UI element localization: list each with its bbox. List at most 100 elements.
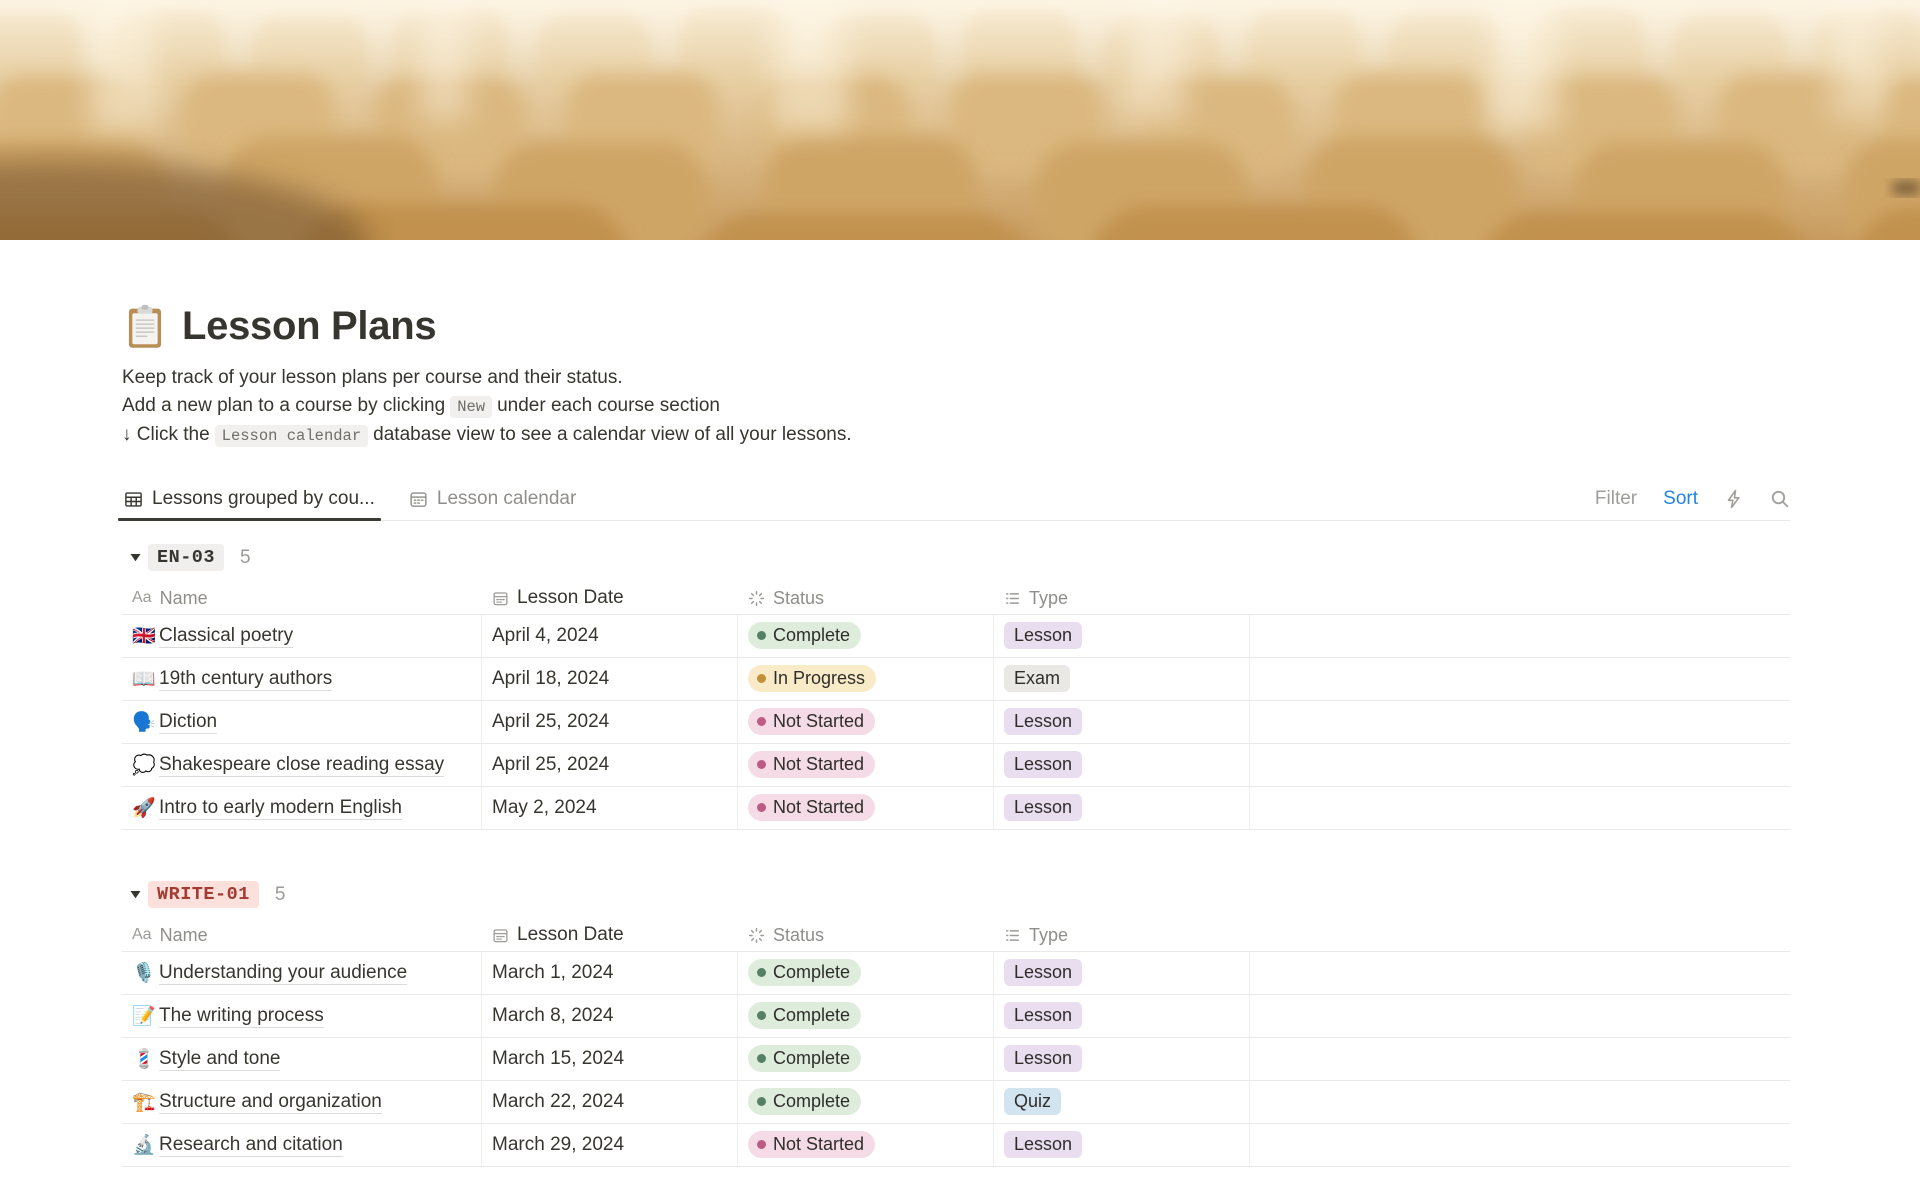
status-dot-icon — [757, 717, 766, 726]
type-cell[interactable]: Quiz — [994, 1080, 1250, 1123]
status-badge[interactable]: Complete — [748, 1088, 862, 1115]
type-badge[interactable]: Lesson — [1004, 794, 1083, 821]
status-cell[interactable]: Not Started — [738, 743, 994, 786]
column-header-type[interactable]: Type — [994, 925, 1250, 946]
name-cell[interactable]: 🚀 Intro to early modern English — [122, 786, 482, 829]
status-badge[interactable]: Not Started — [748, 1131, 876, 1158]
name-cell[interactable]: 🎙️ Understanding your audience — [122, 951, 482, 994]
type-badge[interactable]: Lesson — [1004, 1002, 1083, 1029]
row-name-link[interactable]: Diction — [159, 710, 218, 734]
date-cell[interactable]: March 1, 2024 — [482, 951, 738, 994]
type-badge[interactable]: Lesson — [1004, 622, 1083, 649]
type-badge[interactable]: Lesson — [1004, 959, 1083, 986]
date-cell[interactable]: April 18, 2024 — [482, 657, 738, 700]
search-icon[interactable] — [1770, 489, 1790, 509]
name-cell[interactable]: 🔬 Research and citation — [122, 1123, 482, 1166]
name-cell[interactable]: 📝 The writing process — [122, 994, 482, 1037]
status-cell[interactable]: Complete — [738, 951, 994, 994]
date-cell[interactable]: March 29, 2024 — [482, 1123, 738, 1166]
name-cell[interactable]: 💈 Style and tone — [122, 1037, 482, 1080]
name-cell[interactable]: 📖 19th century authors — [122, 657, 482, 700]
tab-lesson-calendar[interactable]: Lesson calendar — [407, 479, 578, 520]
toggle-triangle-icon[interactable] — [122, 890, 148, 899]
group-list: EN-03 5 Aa Name Lesson Date Status Type … — [122, 543, 1790, 1167]
type-cell[interactable]: Lesson — [994, 1123, 1250, 1166]
table-row: 💭 Shakespeare close reading essay April … — [122, 743, 1790, 787]
page-icon-clipboard[interactable] — [122, 304, 168, 350]
sort-button[interactable]: Sort — [1663, 488, 1698, 510]
row-name-link[interactable]: 19th century authors — [159, 667, 333, 691]
type-cell[interactable]: Lesson — [994, 700, 1250, 743]
type-cell[interactable]: Lesson — [994, 786, 1250, 829]
type-badge[interactable]: Lesson — [1004, 751, 1083, 778]
filter-button[interactable]: Filter — [1595, 488, 1637, 510]
column-header-status[interactable]: Status — [738, 925, 994, 946]
status-cell[interactable]: Not Started — [738, 700, 994, 743]
type-cell[interactable]: Lesson — [994, 743, 1250, 786]
table-row: 🇬🇧 Classical poetry April 4, 2024 Comple… — [122, 614, 1790, 658]
lightning-icon[interactable] — [1724, 489, 1744, 509]
status-cell[interactable]: Not Started — [738, 1123, 994, 1166]
date-cell[interactable]: April 4, 2024 — [482, 614, 738, 657]
toggle-triangle-icon[interactable] — [122, 553, 148, 562]
status-badge[interactable]: Not Started — [748, 751, 876, 778]
column-header-status[interactable]: Status — [738, 588, 994, 609]
course-group: EN-03 5 Aa Name Lesson Date Status Type … — [122, 543, 1790, 830]
type-cell[interactable]: Lesson — [994, 951, 1250, 994]
status-badge[interactable]: Not Started — [748, 708, 876, 735]
column-header-name[interactable]: Aa Name — [122, 588, 482, 609]
status-cell[interactable]: Complete — [738, 1037, 994, 1080]
name-cell[interactable]: 💭 Shakespeare close reading essay — [122, 743, 482, 786]
status-cell[interactable]: Complete — [738, 994, 994, 1037]
type-cell[interactable]: Lesson — [994, 1037, 1250, 1080]
bulleted-list-icon — [1004, 927, 1021, 944]
name-cell[interactable]: 🇬🇧 Classical poetry — [122, 614, 482, 657]
inline-code: New — [450, 395, 493, 418]
status-spinner-icon — [748, 927, 765, 944]
name-cell[interactable]: 🗣️ Diction — [122, 700, 482, 743]
row-name-link[interactable]: The writing process — [159, 1004, 324, 1028]
group-name-badge: WRITE-01 — [148, 881, 259, 908]
status-cell[interactable]: Complete — [738, 1080, 994, 1123]
group-header[interactable]: EN-03 5 — [122, 543, 1790, 573]
group-header[interactable]: WRITE-01 5 — [122, 880, 1790, 910]
date-cell[interactable]: March 15, 2024 — [482, 1037, 738, 1080]
row-name-link[interactable]: Structure and organization — [159, 1090, 382, 1114]
type-badge[interactable]: Lesson — [1004, 708, 1083, 735]
column-header-lesson-date[interactable]: Lesson Date — [482, 587, 738, 609]
status-badge[interactable]: In Progress — [748, 665, 877, 692]
status-badge[interactable]: Complete — [748, 1045, 862, 1072]
status-cell[interactable]: Complete — [738, 614, 994, 657]
type-cell[interactable]: Exam — [994, 657, 1250, 700]
type-cell[interactable]: Lesson — [994, 614, 1250, 657]
status-badge[interactable]: Complete — [748, 1002, 862, 1029]
row-name-link[interactable]: Intro to early modern English — [159, 796, 402, 820]
date-cell[interactable]: May 2, 2024 — [482, 786, 738, 829]
row-name-link[interactable]: Shakespeare close reading essay — [159, 753, 445, 777]
type-badge[interactable]: Lesson — [1004, 1045, 1083, 1072]
date-cell[interactable]: April 25, 2024 — [482, 743, 738, 786]
column-header-type[interactable]: Type — [994, 588, 1250, 609]
type-cell[interactable]: Lesson — [994, 994, 1250, 1037]
status-badge[interactable]: Complete — [748, 622, 862, 649]
date-cell[interactable]: April 25, 2024 — [482, 700, 738, 743]
type-badge[interactable]: Quiz — [1004, 1088, 1062, 1115]
status-cell[interactable]: In Progress — [738, 657, 994, 700]
date-cell[interactable]: March 8, 2024 — [482, 994, 738, 1037]
column-header-lesson-date[interactable]: Lesson Date — [482, 924, 738, 946]
row-name-link[interactable]: Understanding your audience — [159, 961, 408, 985]
tab-lessons-grouped-by-cou[interactable]: Lessons grouped by cou... — [118, 479, 381, 521]
date-cell[interactable]: March 22, 2024 — [482, 1080, 738, 1123]
group-count: 5 — [240, 546, 251, 568]
row-name-link[interactable]: Research and citation — [159, 1133, 343, 1157]
description-line: Add a new plan to a course by clicking Ne… — [122, 394, 720, 418]
status-badge[interactable]: Complete — [748, 959, 862, 986]
name-cell[interactable]: 🏗️ Structure and organization — [122, 1080, 482, 1123]
status-cell[interactable]: Not Started — [738, 786, 994, 829]
column-header-name[interactable]: Aa Name — [122, 925, 482, 946]
type-badge[interactable]: Exam — [1004, 665, 1071, 692]
type-badge[interactable]: Lesson — [1004, 1131, 1083, 1158]
row-name-link[interactable]: Classical poetry — [159, 624, 294, 648]
status-badge[interactable]: Not Started — [748, 794, 876, 821]
row-name-link[interactable]: Style and tone — [159, 1047, 281, 1071]
